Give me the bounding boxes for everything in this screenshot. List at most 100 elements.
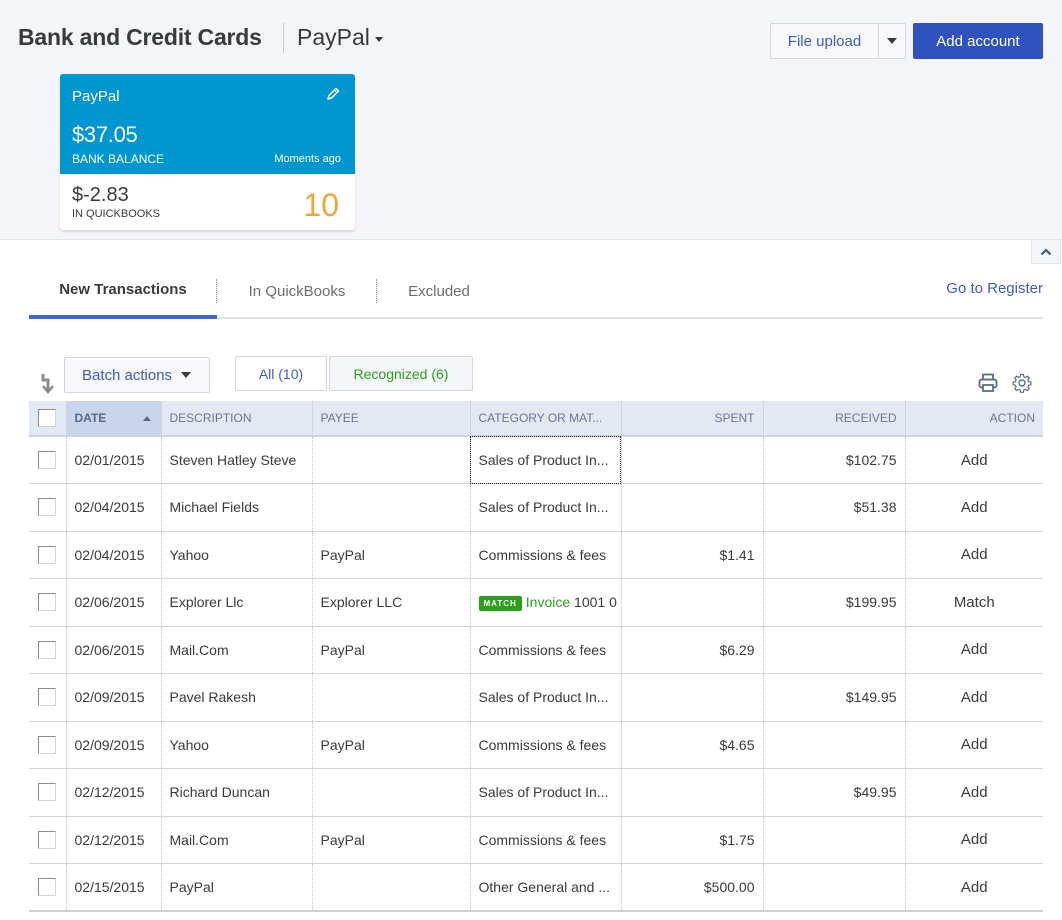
table-row[interactable]: 02/09/2015 Pavel Rakesh Sales of Product I… bbox=[29, 673, 1043, 722]
column-header-received[interactable]: RECEIVED bbox=[763, 401, 906, 437]
tab-new-transactions[interactable]: New Transactions bbox=[29, 263, 217, 319]
transactions-table: DATE DESCRIPTION PAYEE CATEGORY OR MAT..… bbox=[29, 401, 1043, 912]
cell-payee: PayPal bbox=[312, 816, 471, 864]
add-link[interactable]: Add bbox=[905, 673, 1043, 722]
account-selector[interactable]: PayPal bbox=[297, 24, 383, 51]
cell-spent: $1.41 bbox=[621, 531, 764, 579]
cell-date: 02/06/2015 bbox=[66, 578, 162, 627]
filter-all-button[interactable]: All (10) bbox=[235, 356, 327, 391]
cell-category[interactable]: MATCH Invoice 1001 0 bbox=[470, 578, 622, 627]
column-header-action: ACTION bbox=[905, 401, 1043, 437]
account-summary-area: Bank and Credit Cards PayPal File upload… bbox=[0, 0, 1062, 240]
cell-description: Explorer Llc bbox=[161, 578, 313, 627]
table-row[interactable]: 02/04/2015 Michael Fields Sales of Product… bbox=[29, 483, 1043, 532]
account-selector-label: PayPal bbox=[297, 24, 370, 50]
column-header-payee[interactable]: PAYEE bbox=[312, 401, 471, 437]
add-link[interactable]: Add bbox=[905, 531, 1043, 579]
file-upload-dropdown-button[interactable] bbox=[879, 24, 905, 58]
cell-category[interactable]: Other General and ... bbox=[470, 863, 622, 912]
cell-category[interactable]: Sales of Product In... bbox=[470, 483, 622, 532]
column-header-category[interactable]: CATEGORY OR MAT... bbox=[470, 401, 622, 437]
cell-date: 02/04/2015 bbox=[66, 531, 162, 579]
print-icon[interactable] bbox=[978, 373, 998, 393]
row-checkbox-cell bbox=[29, 531, 67, 579]
add-account-button[interactable]: Add account bbox=[913, 23, 1043, 59]
match-invoice-link[interactable]: Invoice bbox=[526, 594, 570, 610]
cell-description: Yahoo bbox=[161, 531, 313, 579]
pencil-icon[interactable] bbox=[325, 86, 341, 102]
row-checkbox[interactable] bbox=[38, 498, 57, 517]
row-checkbox[interactable] bbox=[38, 735, 57, 754]
add-link[interactable]: Add bbox=[905, 626, 1043, 674]
cell-date: 02/09/2015 bbox=[66, 721, 162, 769]
row-checkbox[interactable] bbox=[38, 688, 57, 707]
gear-icon[interactable] bbox=[1012, 373, 1032, 393]
table-row[interactable]: 02/15/2015 PayPal Other General and ... $50… bbox=[29, 863, 1043, 912]
cell-payee bbox=[312, 673, 471, 722]
table-row[interactable]: 02/06/2015 Mail.Com PayPal Commissions & fe… bbox=[29, 626, 1043, 674]
cell-payee: PayPal bbox=[312, 721, 471, 769]
add-link[interactable]: Add bbox=[905, 863, 1043, 912]
tab-excluded[interactable]: Excluded bbox=[377, 263, 501, 319]
cell-received: $49.95 bbox=[763, 768, 906, 817]
cell-payee bbox=[312, 436, 471, 484]
cell-category[interactable]: Commissions & fees bbox=[470, 721, 622, 769]
add-link[interactable]: Add bbox=[905, 721, 1043, 769]
table-row[interactable]: 02/01/2015 Steven Hatley Steve Sales of Pr… bbox=[29, 436, 1043, 484]
batch-actions-label: Batch actions bbox=[82, 366, 173, 384]
add-link[interactable]: Add bbox=[905, 816, 1043, 864]
caret-down-icon bbox=[887, 38, 897, 44]
file-upload-button-group: File upload bbox=[770, 23, 906, 59]
filter-recognized-button[interactable]: Recognized (6) bbox=[329, 356, 473, 391]
cell-spent bbox=[621, 436, 764, 484]
add-link[interactable]: Add bbox=[905, 483, 1043, 532]
row-checkbox[interactable] bbox=[38, 783, 57, 802]
cell-category[interactable]: Commissions & fees bbox=[470, 531, 622, 579]
transaction-tabs: New Transactions In QuickBooks Excluded … bbox=[29, 263, 1043, 319]
row-checkbox[interactable] bbox=[38, 878, 57, 897]
cell-received: $51.38 bbox=[763, 483, 906, 532]
table-row[interactable]: 02/09/2015 Yahoo PayPal Commissions & fees $… bbox=[29, 721, 1043, 769]
column-header-date[interactable]: DATE bbox=[66, 401, 162, 437]
cell-category[interactable]: Sales of Product In... bbox=[470, 673, 622, 722]
add-link[interactable]: Add bbox=[905, 436, 1043, 484]
cell-date: 02/06/2015 bbox=[66, 626, 162, 674]
go-to-register-link[interactable]: Go to Register bbox=[946, 263, 1043, 313]
cell-category[interactable]: Sales of Product In... bbox=[470, 436, 622, 484]
table-row[interactable]: 02/12/2015 Mail.Com PayPal Commissions & fe… bbox=[29, 816, 1043, 864]
cell-description: PayPal bbox=[161, 863, 313, 912]
account-card-footer: $-2.83 IN QUICKBOOKS 10 bbox=[60, 174, 355, 230]
row-checkbox-cell bbox=[29, 578, 67, 627]
quickbooks-balance-label: IN QUICKBOOKS bbox=[72, 208, 161, 220]
row-checkbox[interactable] bbox=[38, 451, 57, 470]
column-header-spent[interactable]: SPENT bbox=[621, 401, 764, 437]
page-title: Bank and Credit Cards bbox=[18, 24, 262, 50]
row-checkbox-cell bbox=[29, 863, 67, 912]
table-row[interactable]: 02/06/2015 Explorer Llc Explorer LLC MATCH I… bbox=[29, 578, 1043, 627]
column-header-description[interactable]: DESCRIPTION bbox=[161, 401, 313, 437]
collapse-button[interactable] bbox=[1031, 240, 1061, 264]
cell-category[interactable]: Commissions & fees bbox=[470, 626, 622, 674]
row-checkbox[interactable] bbox=[38, 545, 57, 564]
account-card-header: PayPal $37.05 BANK BALANCE Moments ago bbox=[60, 74, 355, 174]
row-checkbox[interactable] bbox=[38, 830, 57, 849]
match-link[interactable]: Match bbox=[905, 578, 1043, 627]
row-checkbox[interactable] bbox=[38, 640, 57, 659]
select-all-checkbox[interactable] bbox=[38, 409, 57, 427]
cell-category[interactable]: Commissions & fees bbox=[470, 816, 622, 864]
tab-in-quickbooks[interactable]: In QuickBooks bbox=[217, 263, 377, 319]
cell-date: 02/04/2015 bbox=[66, 483, 162, 532]
table-row[interactable]: 02/04/2015 Yahoo PayPal Commissions & fees $… bbox=[29, 531, 1043, 579]
cell-date: 02/15/2015 bbox=[66, 863, 162, 912]
file-upload-button[interactable]: File upload bbox=[771, 24, 879, 58]
add-link[interactable]: Add bbox=[905, 768, 1043, 817]
match-badge: MATCH bbox=[478, 595, 522, 611]
row-checkbox-cell bbox=[29, 816, 67, 864]
cell-spent bbox=[621, 483, 764, 532]
table-row[interactable]: 02/12/2015 Richard Duncan Sales of Product… bbox=[29, 768, 1043, 817]
batch-actions-button[interactable]: Batch actions bbox=[64, 357, 210, 393]
chevron-up-icon bbox=[1040, 247, 1052, 255]
account-card[interactable]: PayPal $37.05 BANK BALANCE Moments ago $… bbox=[60, 74, 355, 230]
cell-category[interactable]: Sales of Product In... bbox=[470, 768, 622, 817]
row-checkbox[interactable] bbox=[38, 593, 57, 612]
